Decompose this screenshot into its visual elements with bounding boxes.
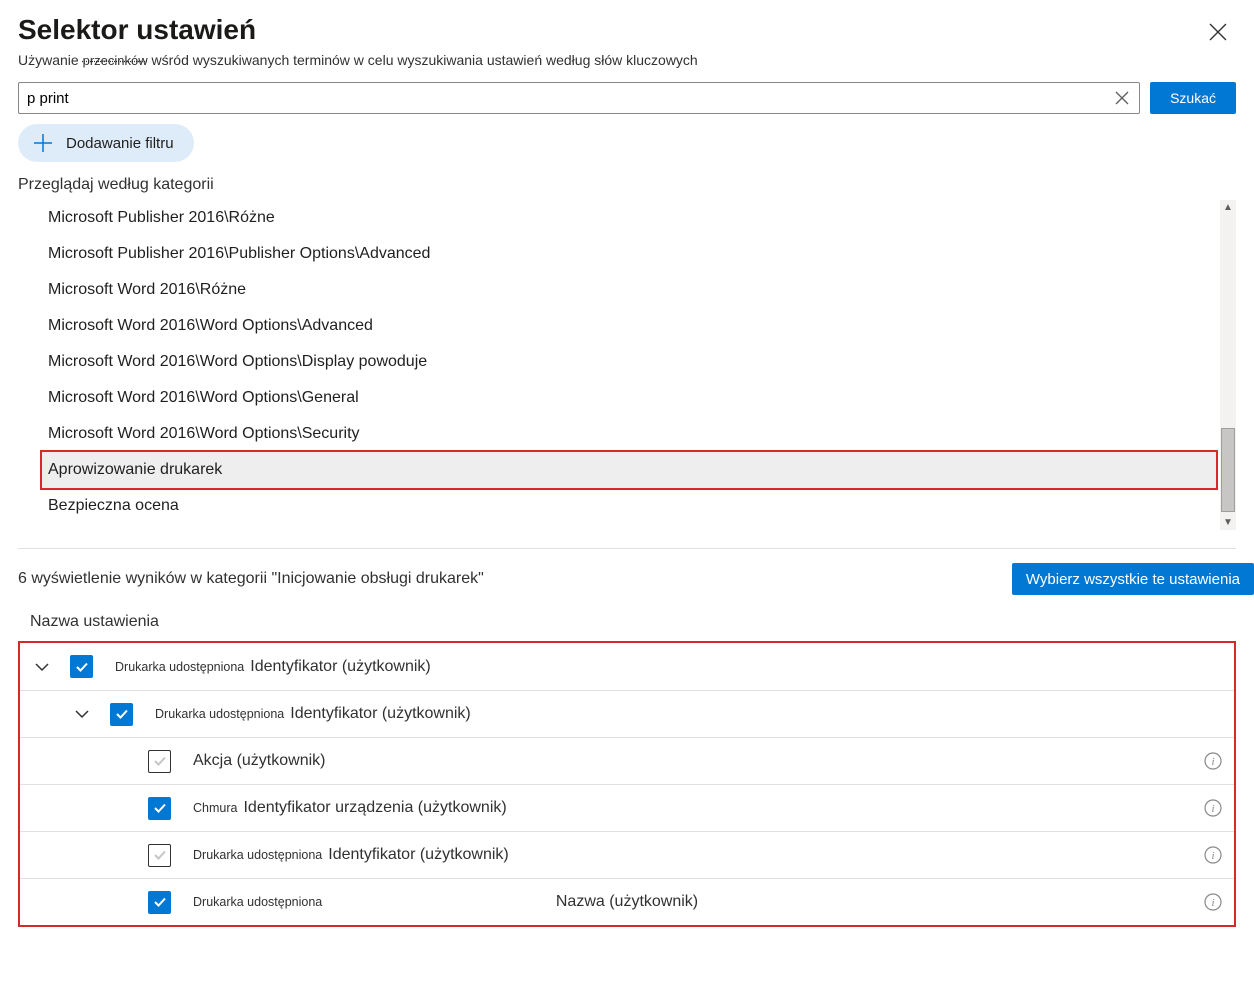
info-icon[interactable]: i [1204, 752, 1222, 770]
checkbox[interactable] [110, 703, 133, 726]
search-button[interactable]: Szukać [1150, 82, 1236, 114]
category-item[interactable]: Microsoft Publisher 2016\Różne [42, 200, 1216, 236]
dialog-title: Selektor ustawień [18, 14, 256, 46]
svg-text:i: i [1211, 850, 1214, 862]
setting-label: Drukarka udostępniona [193, 895, 1204, 909]
scroll-thumb[interactable] [1221, 428, 1235, 512]
checkbox[interactable] [148, 844, 171, 867]
clear-search-icon[interactable] [1113, 89, 1131, 107]
setting-center-label: Nazwa (użytkownik) [556, 893, 698, 911]
svg-text:i: i [1211, 897, 1214, 909]
setting-row[interactable]: Akcja (użytkownik) i [20, 737, 1234, 784]
svg-text:i: i [1211, 756, 1214, 768]
info-icon[interactable]: i [1204, 799, 1222, 817]
chevron-down-icon[interactable] [32, 657, 52, 677]
category-item[interactable]: Microsoft Word 2016\Word Options\Advance… [42, 308, 1216, 344]
category-item[interactable]: Microsoft Word 2016\Word Options\General [42, 380, 1216, 416]
category-item[interactable]: Aprowizowanie drukarek [42, 452, 1216, 488]
setting-row[interactable]: Drukarka udostępnionaNazwa (użytkownik) i [20, 878, 1234, 925]
chevron-down-icon[interactable] [72, 704, 92, 724]
add-filter-button[interactable]: Dodawanie filtru [18, 124, 194, 162]
setting-label: Akcja (użytkownik) [193, 752, 1204, 770]
category-item[interactable]: Microsoft Word 2016\Word Options\Securit… [42, 416, 1216, 452]
column-header-setting-name: Nazwa ustawienia [0, 595, 1254, 641]
search-input[interactable] [27, 90, 1113, 107]
dialog-subtitle: Używanie przecinków wśród wyszukiwanych … [0, 46, 1254, 68]
scroll-down-icon[interactable]: ▼ [1221, 515, 1235, 530]
category-list: Microsoft Publisher 2016\RóżneMicrosoft … [0, 200, 1254, 530]
checkbox[interactable] [148, 891, 171, 914]
browse-by-category-label: Przeglądaj według kategorii [0, 172, 1254, 200]
category-item[interactable]: Microsoft Publisher 2016\Publisher Optio… [42, 236, 1216, 272]
settings-table: Drukarka udostępnionaIdentyfikator (użyt… [18, 641, 1236, 927]
setting-label: Drukarka udostępnionaIdentyfikator (użyt… [115, 658, 1222, 676]
info-icon[interactable]: i [1204, 846, 1222, 864]
select-all-button[interactable]: Wybierz wszystkie te ustawienia [1012, 563, 1254, 595]
setting-label: Drukarka udostępnionaIdentyfikator (użyt… [155, 705, 1222, 723]
scrollbar[interactable]: ▲ ▼ [1220, 200, 1236, 530]
category-item[interactable]: Bezpieczna ocena [42, 488, 1216, 524]
category-item[interactable]: Microsoft Word 2016\Word Options\Display… [42, 344, 1216, 380]
setting-label: Drukarka udostępnionaIdentyfikator (użyt… [193, 846, 1204, 864]
svg-text:i: i [1211, 803, 1214, 815]
info-icon[interactable]: i [1204, 893, 1222, 911]
setting-label: ChmuraIdentyfikator urządzenia (użytkown… [193, 799, 1204, 817]
add-filter-label: Dodawanie filtru [66, 135, 174, 152]
checkbox[interactable] [70, 655, 93, 678]
scroll-up-icon[interactable]: ▲ [1221, 200, 1235, 215]
setting-row[interactable]: Drukarka udostępnionaIdentyfikator (użyt… [20, 831, 1234, 878]
setting-row[interactable]: Drukarka udostępnionaIdentyfikator (użyt… [20, 643, 1234, 690]
setting-row[interactable]: Drukarka udostępnionaIdentyfikator (użyt… [20, 690, 1234, 737]
search-box[interactable] [18, 82, 1140, 114]
checkbox[interactable] [148, 797, 171, 820]
results-count: 6 wyświetlenie wyników w kategorii "Inic… [18, 570, 484, 588]
close-icon[interactable] [1206, 20, 1230, 44]
checkbox[interactable] [148, 750, 171, 773]
category-item[interactable]: Microsoft Word 2016\Różne [42, 272, 1216, 308]
setting-row[interactable]: ChmuraIdentyfikator urządzenia (użytkown… [20, 784, 1234, 831]
plus-icon [32, 132, 54, 154]
